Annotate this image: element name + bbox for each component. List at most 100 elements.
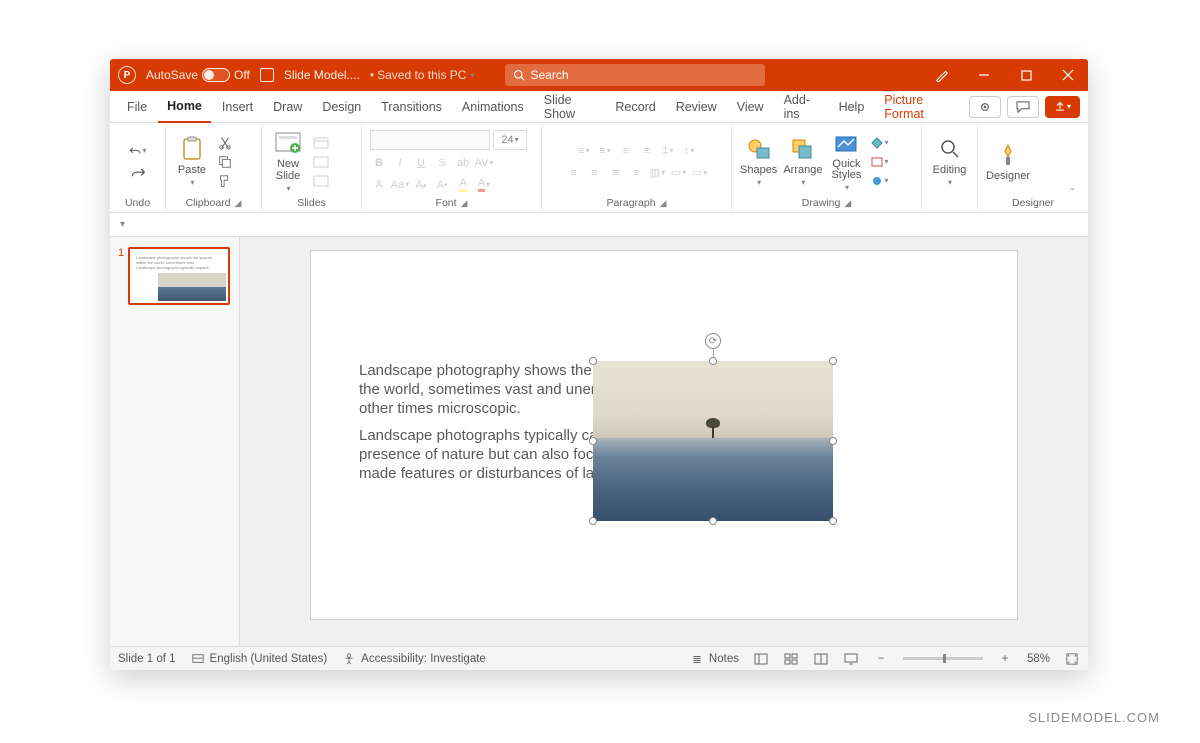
ribbon-collapse-icon[interactable]: ⌄ [1065,179,1080,196]
zoom-out-button[interactable]: − [873,652,889,666]
resize-handle[interactable] [709,517,717,525]
normal-view-button[interactable] [753,652,769,666]
dialog-launcher-icon[interactable]: ◢ [660,198,667,209]
qat-dropdown-icon[interactable]: ▾ [120,219,125,230]
shapes-button[interactable]: Shapes▾ [740,136,777,187]
editing-button[interactable]: Editing▾ [932,136,968,187]
tab-transitions[interactable]: Transitions [372,91,451,123]
resize-handle[interactable] [589,517,597,525]
rotate-handle-icon[interactable]: ⟳ [705,333,721,349]
slideshow-view-button[interactable] [843,652,859,666]
shrink-font-button[interactable]: A▾ [433,176,451,194]
save-icon[interactable] [260,68,274,82]
tab-view[interactable]: View [728,91,773,123]
tab-design[interactable]: Design [313,91,370,123]
minimize-button[interactable] [964,59,1004,91]
italic-button[interactable]: I [391,154,409,172]
layout-button[interactable] [312,135,330,151]
autosave-toggle[interactable]: AutoSave Off [146,68,250,82]
dialog-launcher-icon[interactable]: ◢ [235,198,242,209]
format-painter-button[interactable] [216,173,234,189]
selected-picture[interactable]: ⟳ [593,361,833,521]
close-button[interactable] [1048,59,1088,91]
align-center-button[interactable]: ≡ [586,164,604,182]
reading-view-button[interactable] [813,652,829,666]
tab-slide-show[interactable]: Slide Show [535,91,605,123]
font-family-combo[interactable] [370,130,490,150]
zoom-level[interactable]: 58% [1027,653,1050,665]
language-button[interactable]: English (United States) [190,652,328,666]
designer-button[interactable]: Designer [986,142,1030,182]
tab-help[interactable]: Help [830,91,874,123]
save-status[interactable]: • Saved to this PC ▾ [370,68,475,82]
search-box[interactable]: Search [505,64,765,86]
redo-button[interactable] [129,165,147,181]
font-size-combo[interactable]: 24▾ [493,130,527,150]
change-case-button[interactable]: Aa▾ [391,176,409,194]
slide-canvas-area[interactable]: Landscape photography shows the spaces w… [240,237,1088,646]
reset-button[interactable] [312,154,330,170]
resize-handle[interactable] [829,517,837,525]
tab-animations[interactable]: Animations [453,91,533,123]
camera-button[interactable] [969,96,1001,118]
indent-inc-button[interactable]: ≡ [638,142,656,160]
sorter-view-button[interactable] [783,652,799,666]
indent-dec-button[interactable]: ≡ [617,142,635,160]
draw-mode-icon[interactable] [922,59,962,91]
notes-button[interactable]: ≣ Notes [689,652,739,666]
tab-review[interactable]: Review [667,91,726,123]
shadow-button[interactable]: ab [454,154,472,172]
smartart-button[interactable]: ▭▾ [691,164,709,182]
resize-handle[interactable] [829,357,837,365]
quick-styles-button[interactable]: Quick Styles▾ [828,131,864,192]
comments-button[interactable] [1007,96,1039,118]
tab-file[interactable]: File [118,91,156,123]
columns-button[interactable]: ▥▾ [649,164,667,182]
maximize-button[interactable] [1006,59,1046,91]
align-text-button[interactable]: ▭▾ [670,164,688,182]
clear-format-button[interactable]: A [370,176,388,194]
align-left-button[interactable]: ≡ [565,164,583,182]
shape-outline-button[interactable]: ▾ [870,154,888,170]
line-spacing-button[interactable]: ‡▾ [659,142,677,160]
tab-draw[interactable]: Draw [264,91,311,123]
tab-insert[interactable]: Insert [213,91,262,123]
dialog-launcher-icon[interactable]: ◢ [461,198,468,209]
arrange-button[interactable]: Arrange▾ [783,136,822,187]
grow-font-button[interactable]: A▴ [412,176,430,194]
tab-record[interactable]: Record [606,91,664,123]
bullets-button[interactable]: ≡▾ [575,142,593,160]
font-color-button[interactable]: A▾ [475,176,493,194]
resize-handle[interactable] [709,357,717,365]
zoom-slider[interactable] [903,657,983,660]
underline-button[interactable]: U [412,154,430,172]
strikethrough-button[interactable]: S [433,154,451,172]
slide-thumbnail-1[interactable]: Landscape photography shows the spaces w… [128,247,230,305]
undo-button[interactable]: ▾ [129,143,147,159]
justify-button[interactable]: ≡ [628,164,646,182]
text-direction-button[interactable]: ↕▾ [680,142,698,160]
tab-picture-format[interactable]: Picture Format [875,91,961,123]
numbering-button[interactable]: ≡▾ [596,142,614,160]
document-title[interactable]: Slide Model.... [284,68,360,82]
zoom-in-button[interactable]: + [997,652,1013,666]
tab-home[interactable]: Home [158,91,211,123]
accessibility-button[interactable]: Accessibility: Investigate [341,652,486,666]
paste-button[interactable]: Paste▾ [174,136,210,187]
slide-counter[interactable]: Slide 1 of 1 [118,653,176,665]
bold-button[interactable]: B [370,154,388,172]
resize-handle[interactable] [829,437,837,445]
copy-button[interactable] [216,154,234,170]
share-button[interactable]: ▾ [1045,96,1080,118]
shape-effects-button[interactable]: ▾ [870,173,888,189]
fit-window-button[interactable] [1064,652,1080,666]
new-slide-button[interactable]: New Slide▾ [270,130,306,193]
align-right-button[interactable]: ≡ [607,164,625,182]
cut-button[interactable] [216,135,234,151]
tab-addins[interactable]: Add-ins [775,91,828,123]
shape-fill-button[interactable]: ▾ [870,135,888,151]
char-spacing-button[interactable]: AV▾ [475,154,493,172]
dialog-launcher-icon[interactable]: ◢ [844,198,851,209]
highlight-button[interactable]: A [454,176,472,194]
resize-handle[interactable] [589,357,597,365]
